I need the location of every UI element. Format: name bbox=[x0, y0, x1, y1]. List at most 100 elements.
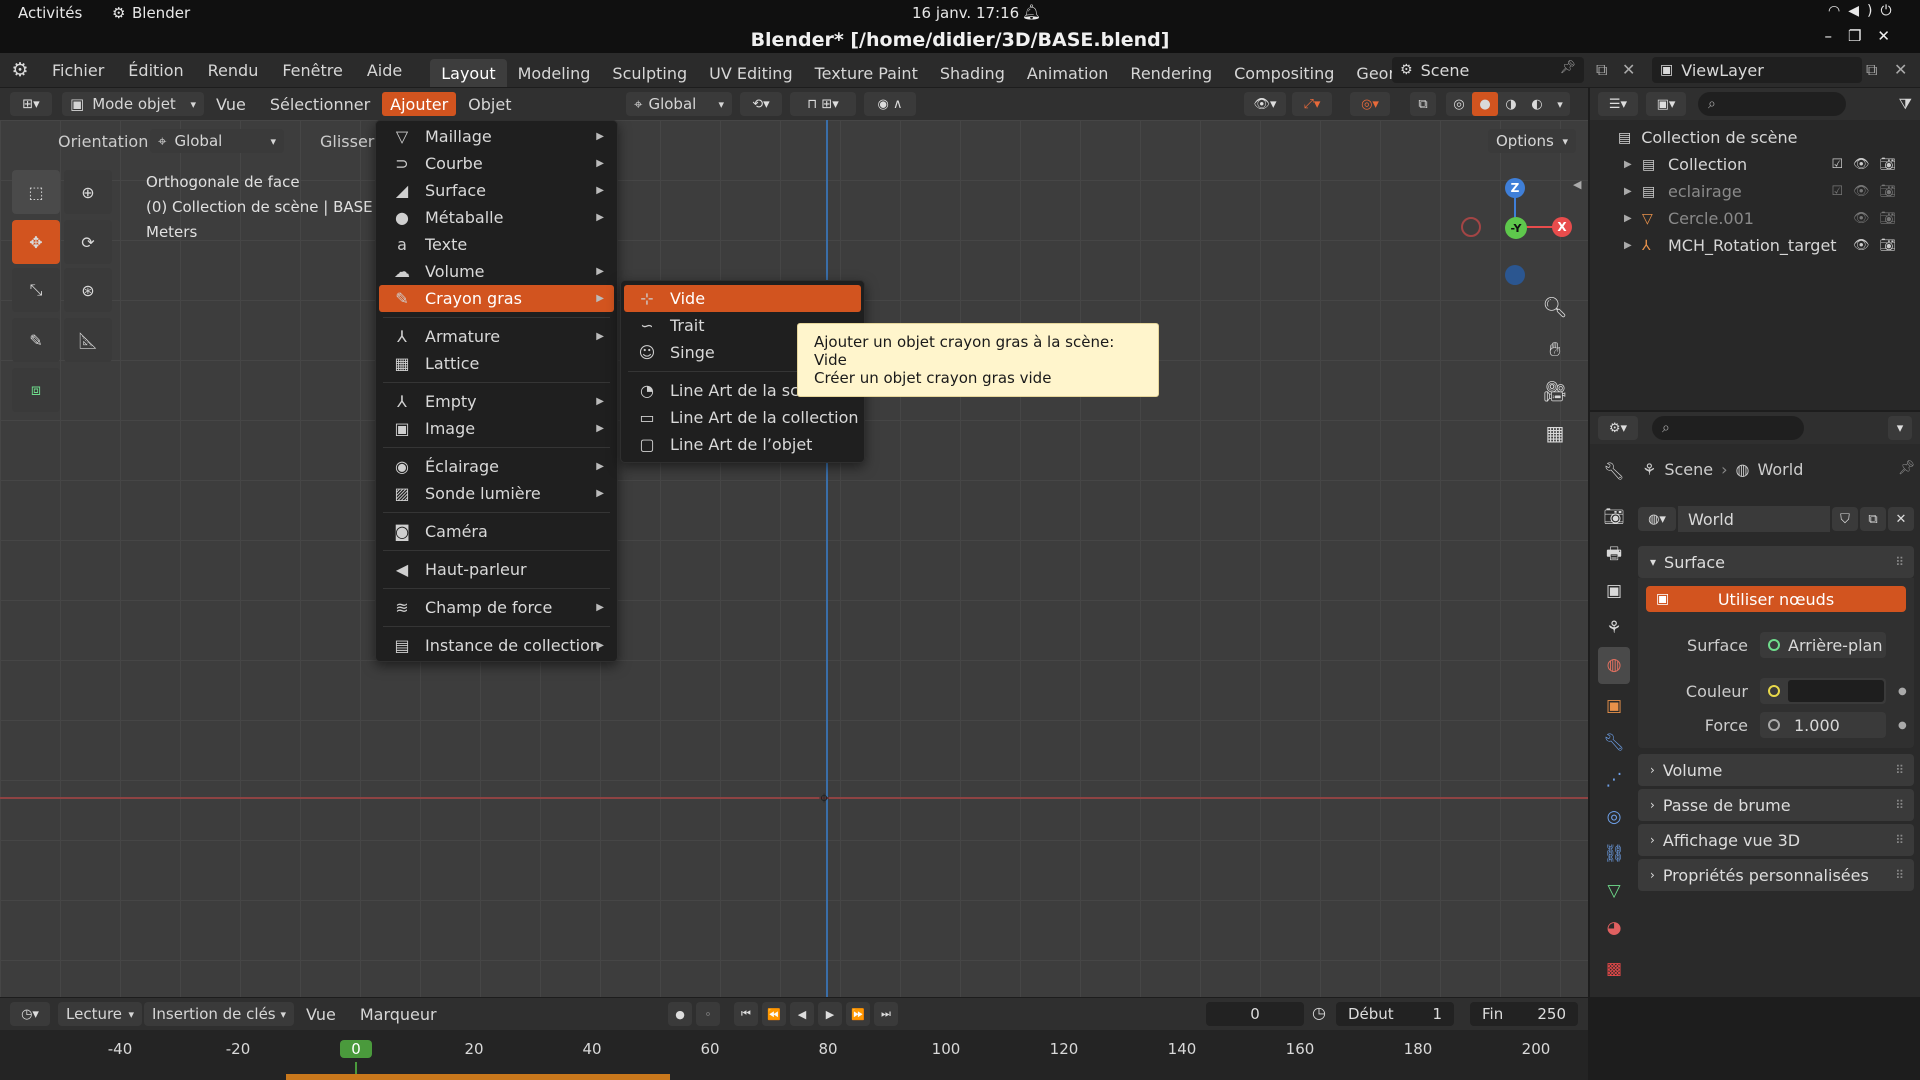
scene-selector[interactable]: ⚙ Scene 📌︎ bbox=[1392, 57, 1584, 83]
pan-hand-icon[interactable]: ✋︎ bbox=[1538, 328, 1572, 370]
color-swatch[interactable] bbox=[1788, 680, 1884, 702]
measure-tool[interactable]: 📐︎ bbox=[64, 318, 112, 362]
timeline-editor-type[interactable]: ◷▾ bbox=[10, 1002, 50, 1026]
pin-icon[interactable]: 📌︎ bbox=[1898, 460, 1916, 476]
camera-view-icon[interactable]: 🎥︎ bbox=[1538, 370, 1572, 412]
overlay-toggle[interactable]: ◎▾ bbox=[1350, 92, 1390, 116]
play-icon[interactable]: ▶ bbox=[818, 1002, 842, 1026]
gizmo-x[interactable]: X bbox=[1552, 217, 1572, 237]
keyframe-dot-icon[interactable]: ● bbox=[1898, 720, 1907, 731]
modifier-tab-icon[interactable]: 🔧︎ bbox=[1598, 725, 1630, 762]
timeline-marker-menu[interactable]: Marqueur bbox=[348, 1000, 449, 1028]
visibility-button[interactable]: 👁︎▾ bbox=[1244, 92, 1286, 116]
timeline-view-menu[interactable]: Vue bbox=[294, 1000, 348, 1028]
workspace-tab-4[interactable]: Texture Paint bbox=[804, 59, 929, 87]
drag-handle-icon[interactable]: ⠿ bbox=[1895, 798, 1904, 812]
workspace-tab-7[interactable]: Rendering bbox=[1119, 59, 1223, 87]
add_menu-item-3[interactable]: ● Métaballe ▶ bbox=[379, 204, 614, 231]
world-browse-button[interactable]: ◍▾ bbox=[1638, 507, 1676, 531]
material-tab-icon[interactable]: ◕ bbox=[1598, 910, 1630, 947]
gizmo-z[interactable]: Z bbox=[1505, 178, 1525, 198]
render-tab-icon[interactable]: 📷︎ bbox=[1598, 499, 1630, 536]
use-nodes-button[interactable]: ▣ Utiliser nœuds bbox=[1646, 586, 1906, 612]
activities-button[interactable]: Activités bbox=[18, 4, 82, 22]
properties-editor-type[interactable]: ⚙▾ bbox=[1598, 416, 1638, 440]
menu-0[interactable]: Fichier bbox=[40, 56, 116, 84]
gp_menu-item-5[interactable]: ▭ Line Art de la collection bbox=[624, 404, 861, 431]
duplicate-icon[interactable]: ⧉ bbox=[1860, 507, 1886, 531]
orientation-dropdown[interactable]: ⌖ Global ▾ bbox=[150, 129, 284, 153]
panel-header-1[interactable]: › Passe de brume ⠿ bbox=[1638, 789, 1914, 821]
add_menu-item-23[interactable]: ▤ Instance de collection ▶ bbox=[379, 632, 614, 659]
timeline-ruler[interactable]: -40 -20 0 20 40 60 80 100 120 140 160 180 200 bbox=[0, 1030, 1588, 1080]
rendered-shading-icon[interactable]: ◐ bbox=[1524, 92, 1550, 116]
menu-3[interactable]: Fenêtre bbox=[270, 56, 355, 84]
data-tab-icon[interactable]: ▽ bbox=[1598, 873, 1630, 910]
expand-arrow-icon[interactable]: ▶ bbox=[1624, 186, 1638, 197]
expand-arrow-icon[interactable]: ▶ bbox=[1624, 240, 1638, 251]
status-icons[interactable]: ◠◀)⏻ bbox=[1828, 3, 1900, 19]
current-frame-field[interactable]: 0 bbox=[1206, 1002, 1304, 1026]
chevron-down-icon[interactable]: ▾ bbox=[1550, 92, 1570, 116]
outliner-editor-type[interactable]: ☰▾ bbox=[1598, 92, 1638, 116]
properties-search-input[interactable]: ⌕ bbox=[1652, 416, 1804, 440]
drag-handle-icon[interactable]: ⠿ bbox=[1895, 868, 1904, 882]
add_menu-item-8[interactable]: ⅄ Armature ▶ bbox=[379, 323, 614, 350]
jump-start-icon[interactable]: ⏮ bbox=[734, 1002, 758, 1026]
add_menu-item-17[interactable]: ◙ Caméra bbox=[379, 518, 614, 545]
tool-tab-icon[interactable]: 🔧︎ bbox=[1598, 454, 1630, 491]
menu-add[interactable]: Ajouter bbox=[382, 92, 457, 116]
stopwatch-icon[interactable]: ◷ bbox=[1312, 1003, 1326, 1022]
panel-header-0[interactable]: › Volume ⠿ bbox=[1638, 754, 1914, 786]
workspace-tab-6[interactable]: Animation bbox=[1016, 59, 1120, 87]
visibility-toggles[interactable]: 👁︎📷︎ bbox=[1853, 238, 1906, 253]
constraints-tab-icon[interactable]: ⛓︎ bbox=[1598, 836, 1630, 873]
material-shading-icon[interactable]: ◑ bbox=[1498, 92, 1524, 116]
gizmo-neg-x[interactable] bbox=[1461, 217, 1481, 237]
drag-handle-icon[interactable]: ⠿ bbox=[1895, 833, 1904, 847]
annotate-tool[interactable]: ✎ bbox=[12, 318, 60, 362]
gizmo-toggle[interactable]: ⤢▾ bbox=[1292, 92, 1332, 116]
new-scene-icon[interactable]: ⧉ bbox=[1596, 60, 1607, 80]
add_menu-item-0[interactable]: ▽ Maillage ▶ bbox=[379, 123, 614, 150]
outliner-row[interactable]: ▶ ▤ eclairage ☑👁︎📷︎ bbox=[1618, 178, 1920, 205]
workspace-tab-3[interactable]: UV Editing bbox=[698, 59, 803, 87]
play-reverse-icon[interactable]: ◀ bbox=[790, 1002, 814, 1026]
expand-arrow-icon[interactable]: ▶ bbox=[1624, 213, 1638, 224]
outliner-row[interactable]: ▶ ⅄ MCH_Rotation_target 👁︎📷︎ bbox=[1618, 232, 1920, 259]
remove-viewlayer-icon[interactable]: ✕ bbox=[1894, 60, 1907, 79]
fake-user-icon[interactable]: ⛉ bbox=[1832, 507, 1858, 531]
record-icon[interactable]: ● bbox=[668, 1002, 692, 1026]
viewlayer-selector[interactable]: ▣ ViewLayer bbox=[1652, 57, 1862, 83]
window-controls[interactable]: –❐✕ bbox=[1824, 27, 1906, 45]
workspace-tab-0[interactable]: Layout bbox=[430, 59, 507, 87]
drag-handle-icon[interactable]: ⠿ bbox=[1895, 555, 1904, 569]
add_menu-item-2[interactable]: ◢ Surface ▶ bbox=[379, 177, 614, 204]
solid-shading-icon[interactable]: ● bbox=[1472, 92, 1498, 116]
select-box-tool[interactable]: ⬚ bbox=[12, 170, 60, 214]
unlink-icon[interactable]: ✕ bbox=[1888, 507, 1914, 531]
end-frame-field[interactable]: Fin 250 bbox=[1470, 1002, 1578, 1026]
proportional-edit-button[interactable]: ◉ ∧ bbox=[864, 92, 916, 116]
xray-toggle[interactable]: ⧉ bbox=[1410, 92, 1436, 116]
add-cube-tool[interactable]: ⧈ bbox=[12, 368, 60, 412]
next-keyframe-icon[interactable]: ⏩ bbox=[846, 1002, 870, 1026]
options-dropdown[interactable]: Options ▾ bbox=[1488, 129, 1576, 153]
sidebar-toggle-icon[interactable]: ◀ bbox=[1573, 178, 1581, 191]
panel-header-2[interactable]: › Affichage vue 3D ⠿ bbox=[1638, 824, 1914, 856]
gizmo-neg-z[interactable] bbox=[1505, 265, 1525, 285]
snap-button[interactable]: ⊓ ⊞▾ bbox=[790, 92, 856, 116]
add_menu-item-4[interactable]: a Texte bbox=[379, 231, 614, 258]
pivot-point-button[interactable]: ⟲▾ bbox=[740, 92, 782, 116]
add_menu-item-14[interactable]: ◉ Éclairage ▶ bbox=[379, 453, 614, 480]
strength-field[interactable]: 1.000 bbox=[1760, 712, 1886, 738]
pin-icon[interactable]: 📌︎ bbox=[1559, 60, 1576, 75]
particles-tab-icon[interactable]: ⋰ bbox=[1598, 762, 1630, 799]
add_menu-item-6[interactable]: ✎ Crayon gras ▶ bbox=[379, 285, 614, 312]
output-tab-icon[interactable]: 🖶 bbox=[1598, 536, 1630, 573]
workspace-tab-1[interactable]: Modeling bbox=[507, 59, 602, 87]
menu-view[interactable]: Vue bbox=[204, 90, 258, 118]
grid-view-icon[interactable]: ▦ bbox=[1538, 412, 1572, 454]
add_menu-item-11[interactable]: ⅄ Empty ▶ bbox=[379, 388, 614, 415]
new-viewlayer-icon[interactable]: ⧉ bbox=[1866, 60, 1877, 80]
